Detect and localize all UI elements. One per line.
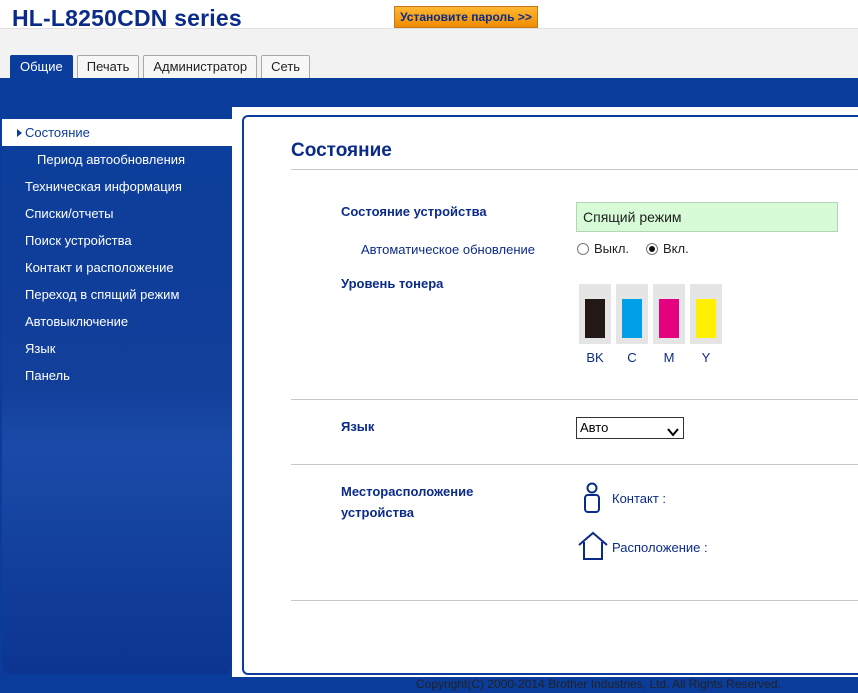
tab-print[interactable]: Печать <box>76 55 140 78</box>
toner-yellow-fill <box>696 298 716 338</box>
toner-level-label: Уровень тонера <box>341 276 444 291</box>
chevron-down-icon <box>667 423 679 443</box>
language-select-value: Авто <box>580 420 609 435</box>
home-icon <box>577 531 609 566</box>
sidebar-item-auto-refresh[interactable]: Период автообновления <box>2 146 232 173</box>
device-status-value: Спящий режим <box>576 202 838 232</box>
toner-magenta-label: M <box>663 350 675 365</box>
page-title: Состояние <box>291 140 392 161</box>
language-label: Язык <box>341 419 375 434</box>
main-tabs: Общие Печать Администратор Сеть <box>10 55 314 80</box>
sidebar-item-sleep-mode[interactable]: Переход в спящий режим <box>2 281 232 308</box>
sidebar-item-contact-location[interactable]: Контакт и расположение <box>2 254 232 281</box>
tab-administrator[interactable]: Администратор <box>143 55 258 78</box>
tab-general[interactable]: Общие <box>10 55 73 80</box>
divider <box>291 399 858 400</box>
sidebar-item-find-device[interactable]: Поиск устройства <box>2 227 232 254</box>
toner-yellow-label: Y <box>701 350 711 365</box>
contact-label: Контакт : <box>612 491 667 506</box>
device-location-label-line2: устройства <box>341 505 415 520</box>
auto-update-on-radio[interactable] <box>646 242 658 255</box>
divider <box>291 464 858 465</box>
sidebar: Состояние Период автообновления Техничес… <box>2 80 232 674</box>
auto-update-on-label: Вкл. <box>663 241 689 256</box>
sidebar-item-technical-info[interactable]: Техническая информация <box>2 173 232 200</box>
language-select[interactable]: Авто <box>576 417 684 439</box>
divider <box>291 600 858 601</box>
sidebar-item-lists-reports[interactable]: Списки/отчеты <box>2 200 232 227</box>
divider <box>291 169 858 170</box>
sidebar-item-status[interactable]: Состояние <box>2 119 232 146</box>
device-status-label: Состояние устройства <box>341 204 487 219</box>
toner-magenta-fill <box>659 298 679 338</box>
toner-magenta-gauge <box>653 284 685 344</box>
toner-black-label: BK <box>586 350 604 365</box>
location-label: Расположение : <box>612 540 708 555</box>
person-icon <box>581 482 603 519</box>
device-location-label-line1: Месторасположение <box>341 484 474 499</box>
toner-yellow-gauge <box>690 284 722 344</box>
auto-update-off-option[interactable]: Выкл. <box>577 241 629 256</box>
auto-update-label: Автоматическое обновление <box>361 242 536 257</box>
sidebar-item-language[interactable]: Язык <box>2 335 232 362</box>
sidebar-item-panel[interactable]: Панель <box>2 362 232 389</box>
toner-black-gauge <box>579 284 611 344</box>
copyright: Copyright(C) 2000-2014 Brother Industrie… <box>416 677 781 691</box>
toner-cyan-gauge <box>616 284 648 344</box>
auto-update-off-label: Выкл. <box>594 241 630 256</box>
tab-network[interactable]: Сеть <box>261 55 311 78</box>
set-password-button[interactable]: Установите пароль >> <box>394 6 538 28</box>
toner-cyan-fill <box>622 298 642 338</box>
content-panel <box>242 115 858 675</box>
toner-black-fill <box>585 298 605 338</box>
sidebar-item-auto-power-off[interactable]: Автовыключение <box>2 308 232 335</box>
auto-update-off-radio[interactable] <box>577 242 589 255</box>
toner-cyan-label: C <box>627 350 637 365</box>
auto-update-on-option[interactable]: Вкл. <box>646 241 689 256</box>
